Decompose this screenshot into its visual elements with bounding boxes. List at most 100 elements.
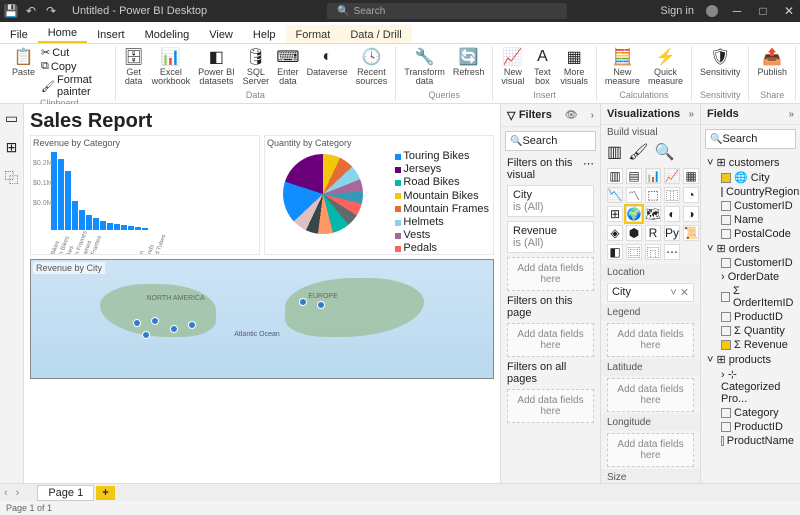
publish-button[interactable]: 📤Publish bbox=[755, 46, 789, 78]
text-box-button[interactable]: AText box bbox=[530, 46, 554, 87]
page-prev-icon[interactable]: ‹ bbox=[0, 487, 12, 499]
stacked-bar-icon[interactable]: ▥ bbox=[607, 168, 623, 184]
visualizations-panel: Visualizations» Build visual ▥ 🖌 🔍 ▥▤📊📈▦… bbox=[600, 104, 700, 483]
format-tab-icon[interactable]: 🖌 bbox=[628, 142, 648, 162]
report-view-icon[interactable]: ▭ bbox=[5, 110, 18, 127]
field-Quantity[interactable]: Σ Quantity bbox=[707, 324, 794, 338]
filter-card-revenue[interactable]: Revenueis (All) bbox=[507, 221, 594, 253]
field-City[interactable]: 🌐 City bbox=[707, 170, 794, 185]
pie-legend: Touring BikesJerseysRoad BikesMountain B… bbox=[395, 150, 489, 255]
cut-button[interactable]: ✂ Cut bbox=[41, 46, 109, 59]
fields-panel: Fields» 🔍 Search ˅ ⊞ customers 🌐 City Co… bbox=[700, 104, 800, 483]
model-view-icon[interactable]: ⿻ bbox=[5, 168, 19, 188]
field-OrderItemID[interactable]: Σ OrderItemID bbox=[707, 284, 794, 310]
tab-help[interactable]: Help bbox=[243, 25, 286, 43]
field-ProductName[interactable]: ProductName bbox=[707, 434, 794, 448]
recent-sources-button[interactable]: 🕓Recent sources bbox=[354, 46, 390, 87]
field-CountryRegion[interactable]: CountryRegion bbox=[707, 185, 794, 199]
eye-icon[interactable]: 👁 bbox=[565, 110, 578, 121]
transform-data-button[interactable]: 🔧Transform data bbox=[402, 46, 447, 87]
bar-chart-visual[interactable]: Revenue by Category $0.2M$0.1M$0.0M Tour… bbox=[30, 135, 260, 255]
excel-button[interactable]: 📊Excel workbook bbox=[150, 46, 193, 87]
page-title: Sales Report bbox=[30, 110, 494, 133]
filters-page-drop[interactable]: Add data fields here bbox=[507, 323, 594, 357]
field-Categorized Pro...[interactable]: › ⊹ Categorized Pro... bbox=[707, 367, 794, 406]
tab-home[interactable]: Home bbox=[38, 23, 87, 43]
field-Category[interactable]: Category bbox=[707, 406, 794, 420]
filter-card-city[interactable]: Cityis (All) bbox=[507, 185, 594, 217]
sql-button[interactable]: 🛢SQL Server bbox=[241, 46, 272, 87]
save-icon[interactable]: 💾 bbox=[4, 4, 18, 18]
copy-button[interactable]: ⧉ Copy bbox=[41, 60, 109, 73]
collapse-icon[interactable]: › bbox=[591, 110, 594, 121]
more-visuals-button[interactable]: ▦More visuals bbox=[558, 46, 590, 87]
minimize-button[interactable]: ─ bbox=[730, 4, 744, 18]
field-ProductID[interactable]: ProductID bbox=[707, 420, 794, 434]
main-area: ▭ ⊞ ⿻ Sales Report Revenue by Category $… bbox=[0, 104, 800, 483]
collapse-icon[interactable]: » bbox=[788, 109, 794, 120]
well-size: Size bbox=[601, 469, 700, 483]
table-products[interactable]: ˅ ⊞ products bbox=[707, 352, 794, 367]
pbi-datasets-button[interactable]: ◧Power BI datasets bbox=[196, 46, 237, 87]
page-next-icon[interactable]: › bbox=[12, 487, 24, 499]
tab-file[interactable]: File bbox=[0, 25, 38, 43]
tab-modeling[interactable]: Modeling bbox=[135, 25, 200, 43]
quick-measure-button[interactable]: ⚡Quick measure bbox=[646, 46, 685, 87]
paste-button[interactable]: 📋Paste bbox=[10, 46, 37, 98]
field-OrderDate[interactable]: › OrderDate bbox=[707, 270, 794, 284]
group-insert: Insert bbox=[499, 90, 590, 101]
fields-search[interactable]: 🔍 Search bbox=[705, 129, 796, 149]
field-ProductID[interactable]: ProductID bbox=[707, 310, 794, 324]
enter-data-button[interactable]: ⌨Enter data bbox=[275, 46, 301, 87]
format-painter-button[interactable]: 🖌 Format painter bbox=[41, 74, 109, 98]
global-search[interactable]: 🔍 Search bbox=[327, 3, 567, 19]
status-bar: Page 1 of 1 bbox=[0, 501, 800, 515]
filters-all-drop[interactable]: Add data fields here bbox=[507, 389, 594, 423]
paste-icon: 📋 bbox=[14, 47, 34, 67]
ribbon: 📋Paste ✂ Cut ⧉ Copy 🖌 Format painter Cli… bbox=[0, 44, 800, 104]
pie-chart-title: Quantity by Category bbox=[267, 138, 491, 148]
field-CustomerID[interactable]: CustomerID bbox=[707, 256, 794, 270]
group-sensitivity: Sensitivity bbox=[698, 90, 743, 101]
well-location-value[interactable]: City˅ ✕ bbox=[607, 283, 694, 302]
dataverse-button[interactable]: ◐Dataverse bbox=[305, 46, 350, 87]
map-visual[interactable]: Revenue by City NORTH AMERICA EUROPE Atl… bbox=[30, 259, 494, 379]
maximize-button[interactable]: □ bbox=[756, 4, 770, 18]
tab-view[interactable]: View bbox=[199, 25, 243, 43]
refresh-button[interactable]: 🔄Refresh bbox=[451, 46, 487, 87]
tab-data-drill[interactable]: Data / Drill bbox=[340, 25, 411, 43]
data-view-icon[interactable]: ⊞ bbox=[6, 139, 18, 156]
table-customers[interactable]: ˅ ⊞ customers bbox=[707, 155, 794, 170]
fields-tree: ˅ ⊞ customers 🌐 City CountryRegion Custo… bbox=[701, 153, 800, 450]
field-PostalCode[interactable]: PostalCode bbox=[707, 227, 794, 241]
close-button[interactable]: ✕ bbox=[782, 4, 796, 18]
field-Name[interactable]: Name bbox=[707, 213, 794, 227]
field-Revenue[interactable]: Σ Revenue bbox=[707, 338, 794, 352]
build-tab-icon[interactable]: ▥ bbox=[607, 142, 622, 162]
map-title: Revenue by City bbox=[33, 262, 105, 274]
undo-icon[interactable]: ↶ bbox=[24, 4, 38, 18]
page-tab-1[interactable]: Page 1 bbox=[37, 485, 94, 501]
redo-icon[interactable]: ↷ bbox=[44, 4, 58, 18]
new-measure-button[interactable]: 🧮New measure bbox=[603, 46, 642, 87]
filters-search[interactable]: 🔍 Search bbox=[505, 131, 596, 151]
map-visual-icon[interactable]: 🌍 bbox=[626, 206, 642, 222]
tab-insert[interactable]: Insert bbox=[87, 25, 135, 43]
filters-visual-drop[interactable]: Add data fields here bbox=[507, 257, 594, 291]
collapse-icon[interactable]: » bbox=[688, 109, 694, 120]
filters-all-header: Filters on all pages bbox=[507, 361, 594, 385]
analytics-tab-icon[interactable]: 🔍 bbox=[654, 142, 674, 162]
field-CustomerID[interactable]: CustomerID bbox=[707, 199, 794, 213]
filters-panel: ▽ Filters👁› 🔍 Search Filters on this vis… bbox=[500, 104, 600, 483]
report-canvas[interactable]: Sales Report Revenue by Category $0.2M$0… bbox=[24, 104, 500, 483]
group-calc: Calculations bbox=[603, 90, 685, 101]
get-data-button[interactable]: 🗄Get data bbox=[122, 46, 146, 87]
sensitivity-button[interactable]: 🛡Sensitivity bbox=[698, 46, 743, 78]
pie-chart-visual[interactable]: Quantity by Category Touring BikesJersey… bbox=[264, 135, 494, 255]
user-icon[interactable] bbox=[706, 5, 718, 17]
sign-in-link[interactable]: Sign in bbox=[660, 5, 694, 17]
tab-format[interactable]: Format bbox=[286, 25, 341, 43]
table-orders[interactable]: ˅ ⊞ orders bbox=[707, 241, 794, 256]
new-visual-button[interactable]: 📈New visual bbox=[499, 46, 526, 87]
add-page-button[interactable]: + bbox=[96, 486, 114, 500]
